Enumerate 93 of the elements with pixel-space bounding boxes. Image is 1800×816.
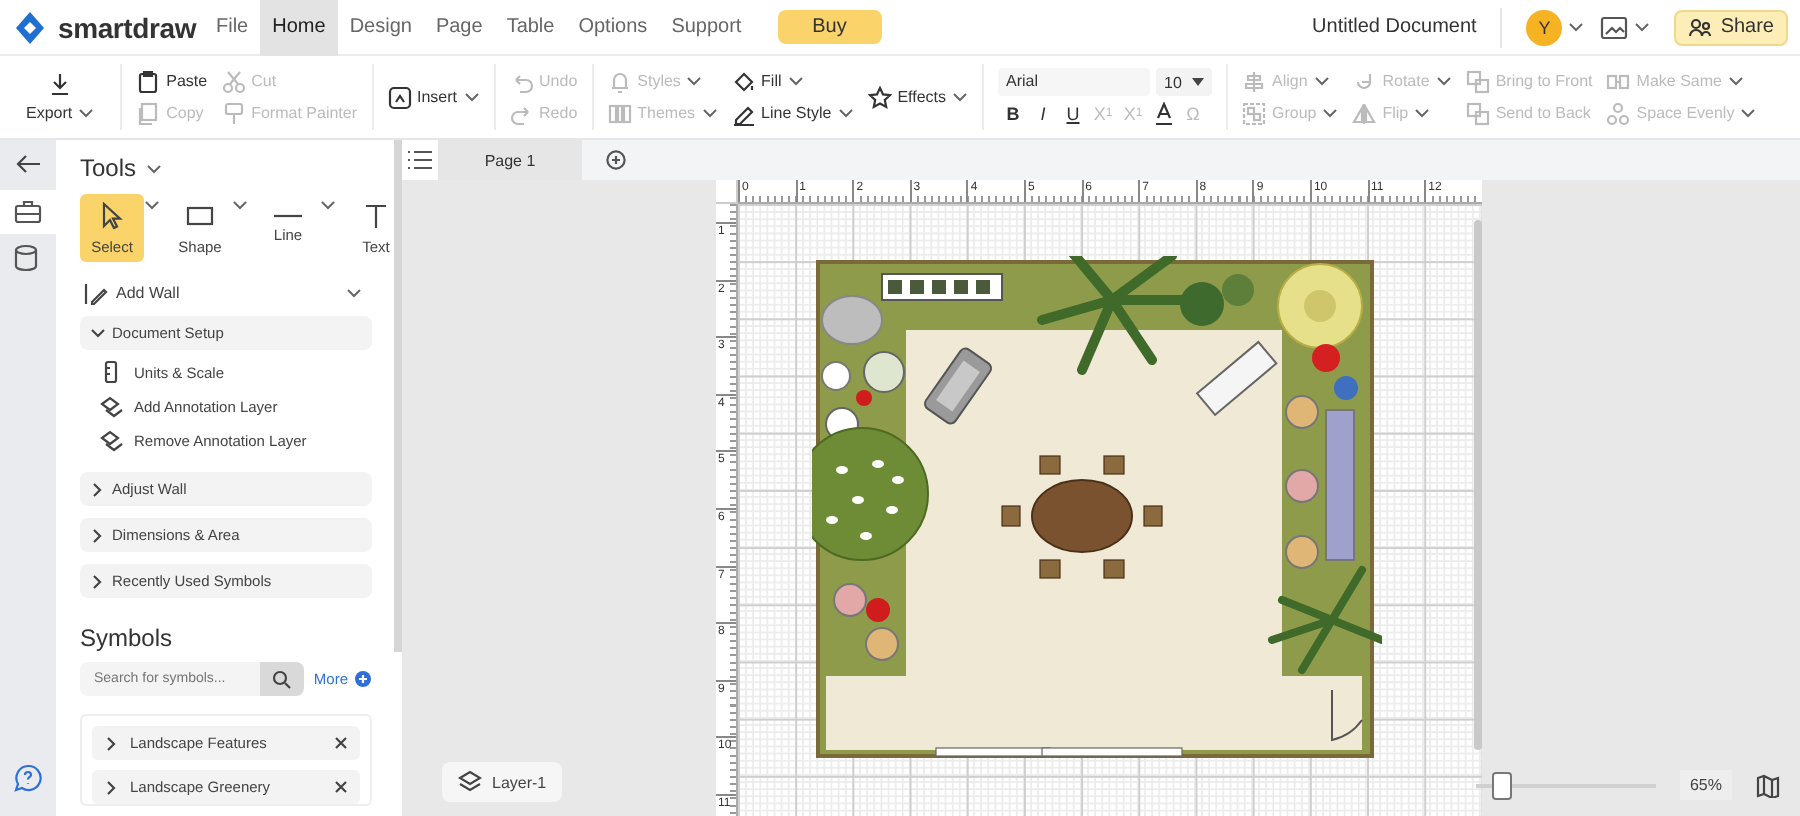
- bring-front-icon: [1465, 69, 1490, 93]
- make-same-icon: [1606, 69, 1631, 93]
- format-button[interactable]: U: [1062, 102, 1084, 126]
- toolbar-button[interactable]: Paste: [136, 67, 208, 95]
- menu-item[interactable]: Design: [337, 0, 424, 55]
- caret-icon: [1634, 22, 1651, 32]
- line-icon: [274, 213, 302, 217]
- map-button[interactable]: [1756, 773, 1780, 797]
- document-title[interactable]: Untitled Document: [1312, 16, 1477, 38]
- layers-icon: [100, 394, 124, 418]
- star-icon: [867, 85, 892, 109]
- text-icon: [362, 201, 390, 229]
- slider-thumb[interactable]: [1491, 771, 1512, 799]
- toolbar-button[interactable]: Insert: [387, 83, 480, 111]
- clipboard-icon: [136, 69, 161, 93]
- page-tab[interactable]: Page 1: [438, 140, 582, 180]
- layers-icon: [458, 770, 482, 794]
- menu-item[interactable]: Page: [423, 0, 495, 55]
- paint-bucket-icon: [731, 69, 756, 93]
- zoom-level: 65%: [1679, 770, 1732, 800]
- close-icon[interactable]: [334, 736, 348, 750]
- toolbar-button[interactable]: Effects: [867, 83, 968, 111]
- page-list-button[interactable]: [402, 140, 438, 180]
- logo-icon: [12, 9, 48, 45]
- chevron-icon: [90, 481, 106, 497]
- format-button[interactable]: B: [1002, 102, 1024, 126]
- download-icon: [48, 72, 73, 96]
- search-icon: [271, 669, 292, 689]
- toolbar-button[interactable]: Fill: [731, 67, 854, 95]
- chevron-icon: [90, 527, 106, 543]
- layer-button[interactable]: Layer-1: [442, 762, 563, 802]
- back-arrow-icon[interactable]: [14, 152, 42, 176]
- flip-icon: [1352, 101, 1377, 125]
- pointer-icon: [98, 201, 126, 229]
- copy-icon: [136, 101, 161, 125]
- text-color-icon: [1151, 102, 1175, 126]
- plus-circle-icon: [354, 670, 372, 688]
- scissors-icon: [221, 69, 246, 93]
- section-title: Symbols: [80, 624, 175, 652]
- circles-icon: [1606, 101, 1631, 125]
- align-icon: [1242, 69, 1266, 93]
- columns-icon: [607, 101, 632, 125]
- menu-item[interactable]: Support: [659, 0, 754, 55]
- database-icon: [14, 244, 42, 272]
- caret-icon: [346, 288, 362, 298]
- map-icon: [1756, 773, 1780, 797]
- image-menu-button[interactable]: [1600, 15, 1651, 39]
- send-back-icon: [1465, 101, 1490, 125]
- brush-icon: [221, 101, 246, 125]
- caret-icon: [146, 163, 163, 173]
- sidebar-tab[interactable]: [0, 190, 56, 234]
- chevron-icon: [104, 735, 120, 751]
- chevron-icon: [104, 779, 120, 795]
- buy-button[interactable]: Buy: [777, 10, 882, 44]
- menu-item[interactable]: Table: [494, 0, 567, 55]
- bell-icon: [607, 69, 632, 93]
- font-field[interactable]: Arial: [998, 68, 1150, 96]
- layers-icon: [100, 428, 124, 452]
- chevron-icon: [90, 325, 106, 341]
- menu-item[interactable]: File: [204, 0, 261, 55]
- toolbar-button[interactable]: Line Style: [731, 99, 854, 127]
- font-color-button[interactable]: [1152, 102, 1174, 126]
- caret-icon: [1568, 22, 1585, 32]
- share-button[interactable]: Share: [1674, 9, 1788, 45]
- undo-icon: [509, 69, 534, 93]
- people-icon: [1688, 17, 1713, 37]
- tools-header[interactable]: Tools: [80, 154, 372, 182]
- account-button[interactable]: Y: [1526, 9, 1585, 45]
- avatar: Y: [1526, 9, 1563, 45]
- caret-icon: [232, 199, 248, 209]
- menu-item[interactable]: Options: [566, 0, 660, 55]
- chevron-icon: [90, 573, 106, 589]
- font-size-dropdown[interactable]: 10: [1156, 68, 1212, 96]
- logo-text: smartdraw: [58, 11, 197, 43]
- help-icon[interactable]: [14, 764, 42, 792]
- format-button[interactable]: I: [1032, 102, 1054, 126]
- garden-plan-drawing[interactable]: [812, 256, 1382, 758]
- menu-item[interactable]: Home: [260, 0, 338, 55]
- redo-icon: [509, 101, 534, 125]
- rectangle-icon: [186, 201, 214, 229]
- search-button[interactable]: [260, 662, 304, 696]
- dropdown-arrow-icon: [1192, 78, 1204, 86]
- toolbar-button[interactable]: Export: [14, 68, 107, 126]
- add-wall-dropdown[interactable]: Add Wall: [84, 280, 362, 306]
- list-icon: [408, 150, 432, 170]
- add-icon: [606, 150, 626, 170]
- briefcase-icon: [14, 198, 42, 226]
- group-icon: [1242, 101, 1266, 125]
- close-icon[interactable]: [334, 780, 348, 794]
- caret-icon: [320, 199, 336, 209]
- caret-icon: [144, 199, 160, 209]
- wall-pen-icon: [84, 281, 108, 305]
- pen-icon: [731, 101, 756, 125]
